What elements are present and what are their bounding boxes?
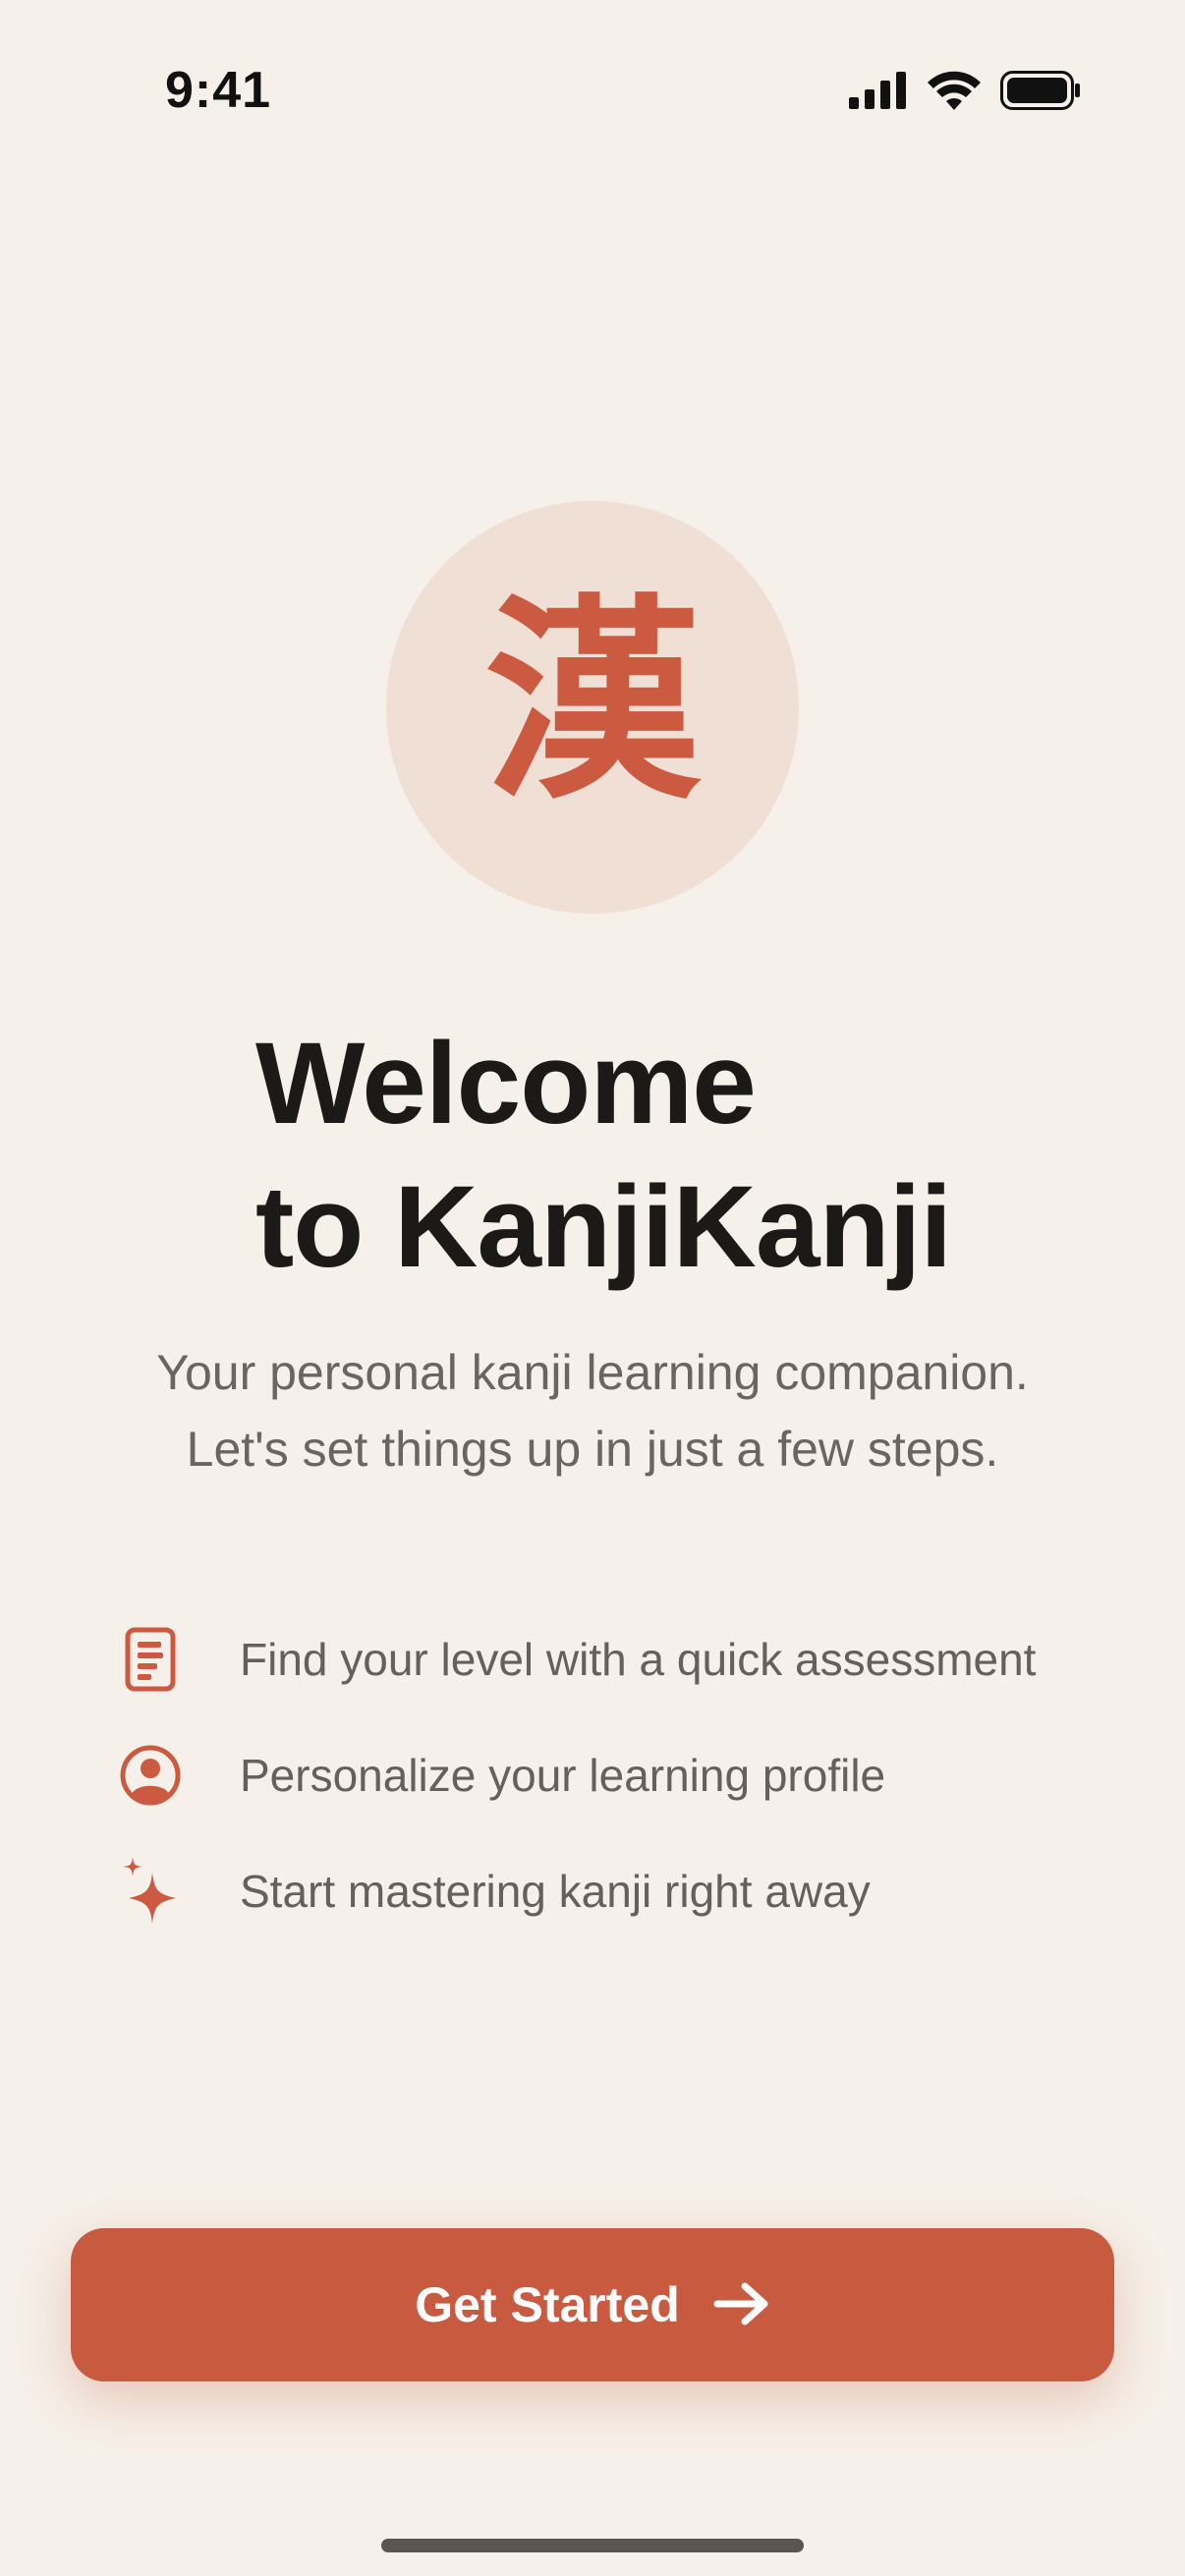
assessment-document-icon [118, 1627, 183, 1692]
profile-user-icon [118, 1743, 183, 1808]
title-line-1: Welcome [255, 1019, 757, 1148]
feature-item-profile: Personalize your learning profile [118, 1717, 1100, 1833]
feature-item-start: Start mastering kanji right away [118, 1833, 1100, 1949]
sparkles-icon [118, 1857, 183, 1924]
kanji-logo: 漢 [483, 577, 701, 828]
status-bar: 9:41 [0, 0, 1185, 147]
title-line-2: to KanjiKanji [255, 1162, 952, 1292]
page-title: Welcome to KanjiKanji [255, 1012, 1042, 1299]
feature-item-assessment: Find your level with a quick assessment [118, 1601, 1100, 1717]
battery-icon [1000, 71, 1081, 115]
home-indicator[interactable] [381, 2539, 804, 2552]
status-icons [849, 71, 1081, 115]
feature-label: Find your level with a quick assessment [240, 1634, 1037, 1685]
feature-label: Personalize your learning profile [240, 1750, 886, 1801]
feature-list: Find your level with a quick assessment … [118, 1601, 1100, 1949]
wifi-icon [928, 71, 981, 115]
subtitle-line-2: Let's set things up in just a few steps. [186, 1422, 999, 1477]
page-subtitle: Your personal kanji learning companion. … [0, 1334, 1185, 1487]
subtitle-line-1: Your personal kanji learning companion. [156, 1345, 1029, 1400]
arrow-right-icon [713, 2280, 770, 2330]
kanji-logo-badge: 漢 [386, 501, 799, 914]
cellular-signal-icon [849, 72, 908, 114]
get-started-button[interactable]: Get Started [71, 2228, 1114, 2381]
get-started-label: Get Started [415, 2277, 680, 2332]
status-time: 9:41 [165, 62, 272, 119]
feature-label: Start mastering kanji right away [240, 1866, 871, 1917]
